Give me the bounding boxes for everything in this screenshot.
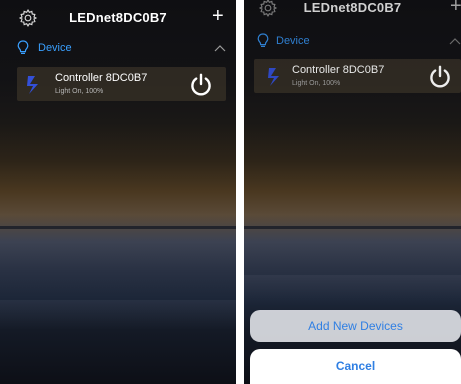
app-screen-main: LEDnet8DC0B7 + Device Controller 8DC0B7 … bbox=[0, 0, 236, 384]
app-header: LEDnet8DC0B7 + bbox=[0, 0, 236, 36]
power-icon[interactable] bbox=[428, 65, 452, 89]
chevron-up-icon[interactable] bbox=[449, 36, 461, 46]
device-status: Light On, 100% bbox=[55, 88, 104, 95]
water-reflection bbox=[244, 275, 461, 305]
add-new-devices-button[interactable]: Add New Devices bbox=[250, 310, 461, 342]
device-card[interactable]: Controller 8DC0B7 Light On, 100% bbox=[254, 59, 461, 93]
screenshot-comparison: LEDnet8DC0B7 + Device Controller 8DC0B7 … bbox=[0, 0, 461, 384]
device-name: Controller 8DC0B7 bbox=[55, 72, 148, 84]
horizon-line bbox=[0, 226, 236, 229]
water-reflection bbox=[0, 300, 236, 330]
page-title: LEDnet8DC0B7 bbox=[69, 10, 167, 25]
chevron-up-icon[interactable] bbox=[214, 43, 226, 53]
plus-icon[interactable]: + bbox=[450, 0, 461, 17]
app-header: LEDnet8DC0B7 + bbox=[244, 0, 461, 26]
plus-icon[interactable]: + bbox=[212, 5, 224, 27]
device-status: Light On, 100% bbox=[292, 80, 341, 87]
bulb-icon bbox=[257, 33, 269, 47]
cancel-button[interactable]: Cancel bbox=[250, 349, 461, 384]
device-group-header[interactable]: Device bbox=[244, 30, 461, 54]
bulb-icon bbox=[17, 40, 29, 54]
group-label: Device bbox=[276, 35, 310, 47]
zengge-logo-icon bbox=[268, 68, 279, 86]
device-group-header[interactable]: Device bbox=[0, 37, 236, 61]
group-label: Device bbox=[38, 42, 72, 54]
device-card[interactable]: Controller 8DC0B7 Light On, 100% bbox=[17, 67, 226, 101]
device-name: Controller 8DC0B7 bbox=[292, 64, 385, 76]
app-screen-action-sheet: LEDnet8DC0B7 + Device Controller 8DC0B7 … bbox=[244, 0, 461, 384]
zengge-logo-icon bbox=[27, 76, 38, 94]
page-title: LEDnet8DC0B7 bbox=[303, 0, 402, 15]
power-icon[interactable] bbox=[189, 73, 213, 97]
horizon-line bbox=[244, 226, 461, 229]
